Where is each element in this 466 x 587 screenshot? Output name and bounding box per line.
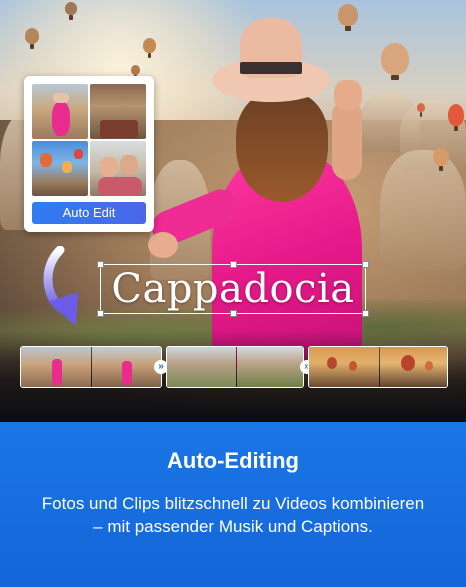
feature-panel: Auto-Editing Fotos und Clips blitzschnel… <box>0 422 466 587</box>
title-text-box[interactable]: Cappadocia <box>97 261 369 317</box>
sun-hat <box>212 18 330 110</box>
hand <box>334 80 362 110</box>
timeline-clip[interactable] <box>166 346 304 388</box>
hot-air-balloon <box>65 2 77 20</box>
feature-description: Fotos und Clips blitzschnell zu Videos k… <box>41 494 425 536</box>
collage-photo <box>32 141 88 196</box>
resize-handle[interactable] <box>97 261 104 268</box>
hot-air-balloon <box>448 104 464 131</box>
raised-arm <box>332 100 362 180</box>
resize-handle[interactable] <box>362 261 369 268</box>
title-text: Cappadocia <box>111 266 355 312</box>
hot-air-balloon <box>381 43 409 80</box>
curved-arrow-icon <box>43 246 78 326</box>
hot-air-balloon <box>131 65 140 80</box>
resize-handle[interactable] <box>97 310 104 317</box>
auto-edit-button[interactable]: Auto Edit <box>32 202 146 224</box>
hot-air-balloon <box>338 4 358 31</box>
hot-air-balloon <box>433 148 449 171</box>
collage-card[interactable]: Auto Edit <box>24 76 154 232</box>
hand <box>148 232 178 258</box>
hot-air-balloon <box>417 103 425 117</box>
resize-handle[interactable] <box>230 310 237 317</box>
rock-formation <box>380 150 466 270</box>
clip-timeline: » » <box>20 346 466 388</box>
timeline-clip[interactable] <box>308 346 448 388</box>
timeline-clip[interactable] <box>20 346 162 388</box>
collage-photo <box>90 84 146 139</box>
feature-title: Auto-Editing <box>167 448 299 473</box>
hot-air-balloon <box>143 38 156 58</box>
resize-handle[interactable] <box>362 310 369 317</box>
photo-collage <box>32 84 146 196</box>
collage-photo <box>90 141 146 196</box>
resize-handle[interactable] <box>230 261 237 268</box>
collage-photo <box>32 84 88 139</box>
hot-air-balloon <box>25 28 39 49</box>
